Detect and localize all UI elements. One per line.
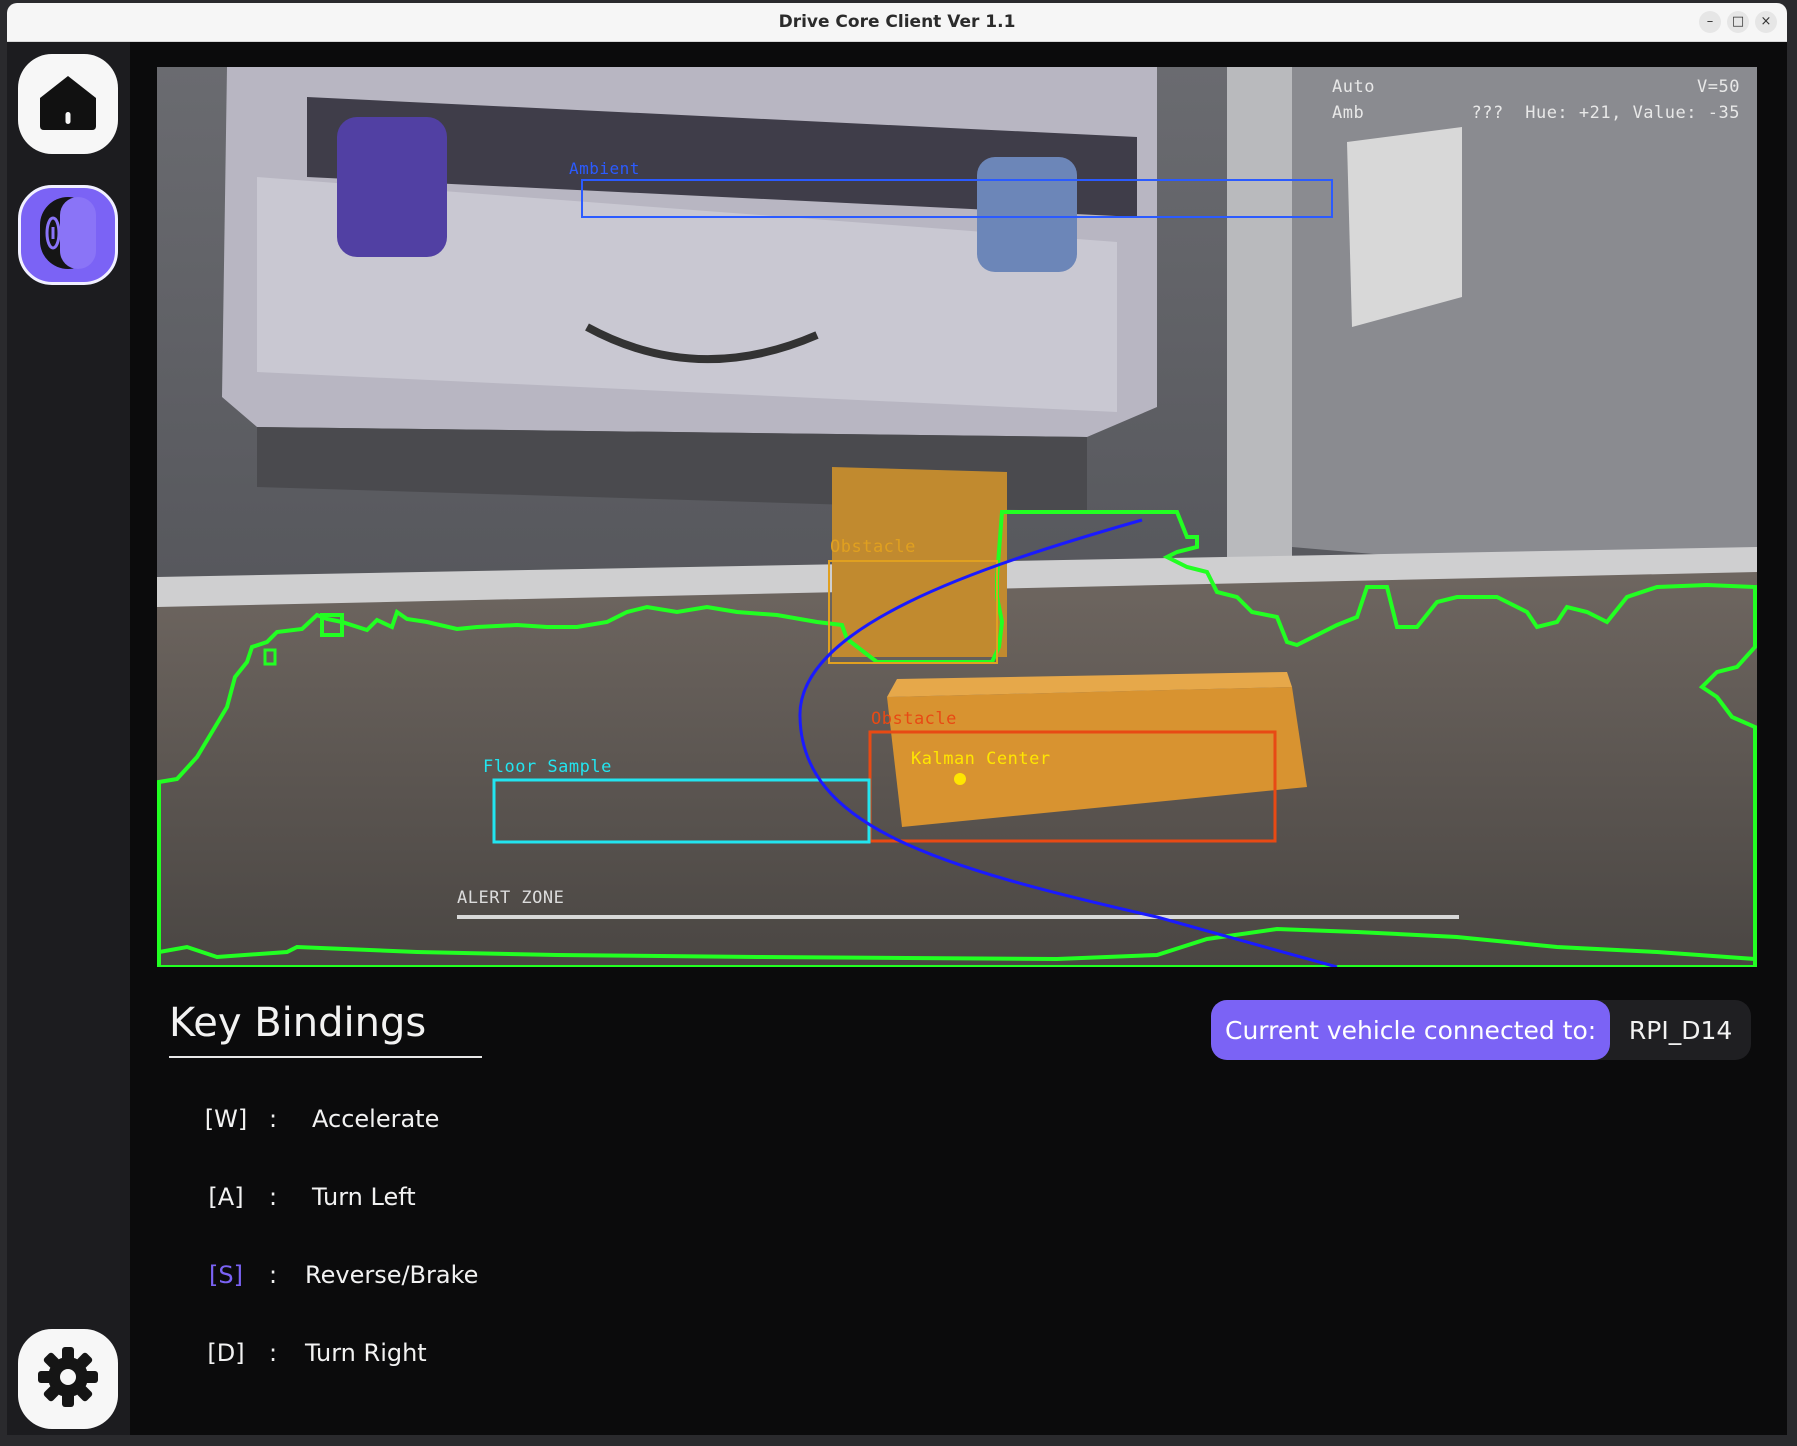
obstacle-label-2: Obstacle bbox=[871, 709, 957, 729]
obstacle-label-1: Obstacle bbox=[830, 537, 916, 557]
key-action: Turn Right bbox=[305, 1339, 427, 1367]
hud-line-1: Auto V=50 bbox=[1332, 77, 1740, 97]
connection-label: Current vehicle connected to: bbox=[1211, 1000, 1611, 1060]
kalman-label: Kalman Center bbox=[911, 749, 1051, 769]
gear-icon bbox=[36, 1345, 100, 1414]
drive-icon bbox=[36, 193, 100, 278]
sidebar-item-settings[interactable] bbox=[18, 1329, 118, 1429]
window-title: Drive Core Client Ver 1.1 bbox=[778, 12, 1016, 32]
floor-sample-label: Floor Sample bbox=[483, 757, 612, 777]
key-bindings-title: Key Bindings bbox=[169, 1000, 427, 1046]
key-label: [S] bbox=[209, 1261, 243, 1289]
sidebar-item-drive[interactable] bbox=[18, 185, 118, 285]
sidebar-item-home[interactable] bbox=[18, 54, 118, 154]
key-bindings-underline bbox=[169, 1056, 482, 1058]
key-label: [W] bbox=[204, 1105, 248, 1133]
maximize-button[interactable]: □ bbox=[1727, 11, 1749, 33]
connection-status: Current vehicle connected to: RPI_D14 bbox=[1211, 1000, 1751, 1060]
minimize-button[interactable]: – bbox=[1699, 11, 1721, 33]
camera-feed: Auto V=50 Amb ??? Hue: +21, Value: -35 A… bbox=[157, 67, 1757, 967]
trajectory-curve bbox=[798, 518, 1338, 967]
key-separator: : bbox=[269, 1183, 278, 1211]
ambient-label: Ambient bbox=[569, 159, 640, 178]
key-separator: : bbox=[269, 1261, 278, 1289]
home-icon bbox=[36, 72, 100, 137]
close-button[interactable]: × bbox=[1755, 11, 1777, 33]
key-separator: : bbox=[269, 1339, 278, 1367]
main-panel: Auto V=50 Amb ??? Hue: +21, Value: -35 A… bbox=[130, 42, 1787, 1435]
key-action: Reverse/Brake bbox=[305, 1261, 479, 1289]
vision-overlay bbox=[157, 179, 1757, 967]
title-bar: Drive Core Client Ver 1.1 – □ × bbox=[7, 3, 1787, 42]
key-separator: : bbox=[269, 1105, 278, 1133]
hud-line-2: Amb ??? Hue: +21, Value: -35 bbox=[1332, 103, 1740, 123]
app-window: Drive Core Client Ver 1.1 – □ × Auto V=5… bbox=[7, 3, 1787, 1435]
key-action: Accelerate bbox=[312, 1105, 440, 1133]
key-action: Turn Left bbox=[312, 1183, 416, 1211]
sidebar bbox=[7, 42, 130, 1435]
connection-value: RPI_D14 bbox=[1628, 1015, 1733, 1045]
alert-zone-label: ALERT ZONE bbox=[457, 888, 565, 908]
key-label: [A] bbox=[208, 1183, 244, 1211]
key-label: [D] bbox=[207, 1339, 245, 1367]
